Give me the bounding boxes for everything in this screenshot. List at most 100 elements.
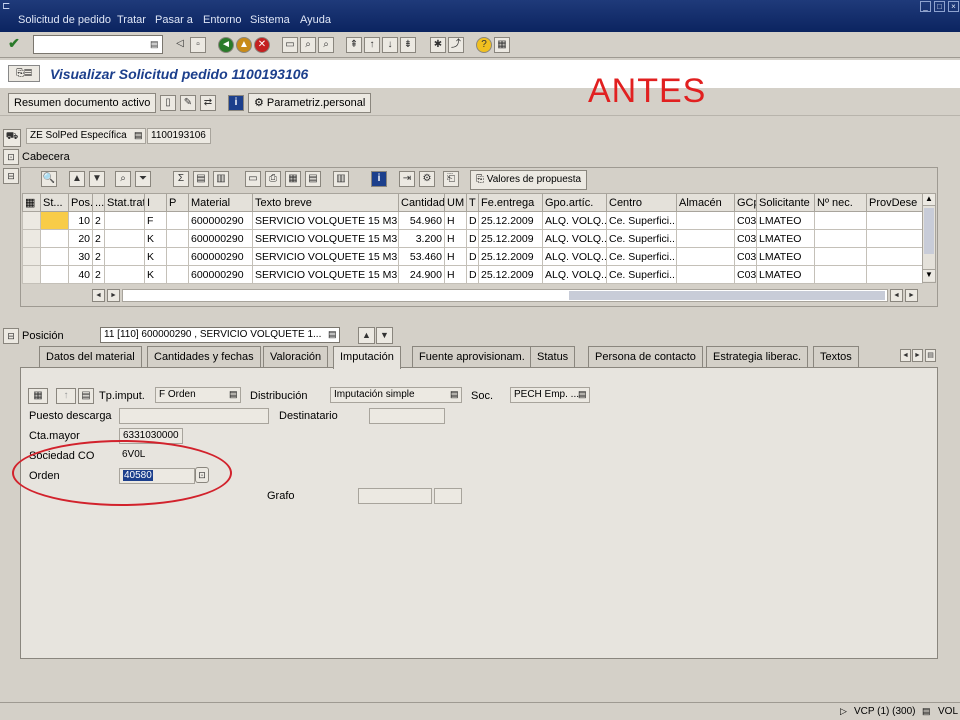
column-header[interactable]: Stat.trat. — [104, 193, 145, 212]
scroll-thumb[interactable] — [569, 291, 885, 300]
menu-ayuda[interactable]: Ayuda — [300, 14, 331, 26]
account-up-icon[interactable]: ↑ — [56, 388, 76, 404]
account-detail-icon[interactable]: ▤ — [78, 388, 94, 404]
filter-icon[interactable]: ⏷ — [135, 171, 151, 187]
scroll-left-icon[interactable]: ◄ — [890, 289, 903, 302]
grid-vertical-scrollbar[interactable]: ▲ ▼ — [922, 193, 936, 283]
details-icon[interactable]: 🔍 — [41, 171, 57, 187]
scroll-thumb[interactable] — [924, 208, 934, 254]
tab-scroll-left-icon[interactable]: ◄ — [900, 349, 911, 362]
previous-item-icon[interactable]: ▲ — [358, 327, 375, 344]
sort-descending-icon[interactable]: ▼ — [89, 171, 105, 187]
info-icon[interactable]: i — [371, 171, 387, 187]
layout-icon[interactable]: ▤ — [305, 171, 321, 187]
find-next-icon[interactable]: ⌕ — [318, 37, 334, 53]
column-header[interactable]: Gpo.artíc. — [542, 193, 607, 212]
tab-valoracion[interactable]: Valoración — [263, 346, 329, 367]
cancel-icon[interactable]: ✕ — [254, 37, 270, 53]
info-icon[interactable]: i — [228, 95, 244, 111]
first-page-icon[interactable]: ⇞ — [346, 37, 362, 53]
column-header[interactable]: ... — [92, 193, 105, 212]
column-header[interactable]: GCp — [734, 193, 757, 212]
layout-menu-icon[interactable]: ▦ — [494, 37, 510, 53]
row-selector[interactable] — [22, 211, 41, 230]
column-header[interactable]: Nº nec. — [814, 193, 867, 212]
column-header[interactable]: Pos... — [68, 193, 93, 212]
grid-horizontal-scrollbar[interactable]: ◄ ► ◄ ► — [92, 289, 937, 302]
export-icon[interactable]: ⎙ — [265, 171, 281, 187]
row-selector[interactable] — [22, 265, 41, 284]
exit-icon[interactable]: ▲ — [236, 37, 252, 53]
tab-status[interactable]: Status — [530, 346, 576, 367]
other-document-icon[interactable]: ⇄ — [200, 95, 216, 111]
table-row[interactable]: 40 2 K 600000290 SERVICIO VOLQUETE 15 M3 24.9… — [22, 265, 923, 284]
select-all-icon[interactable]: ▦ — [22, 193, 41, 212]
dropdown-icon[interactable]: ▤ — [150, 38, 160, 51]
summary-document-button[interactable]: Resumen documento activo — [8, 93, 157, 113]
tab-persona-de-contacto[interactable]: Persona de contacto — [588, 346, 703, 367]
tab-imputacion[interactable]: Imputación — [333, 346, 401, 369]
column-header[interactable]: Material — [188, 193, 253, 212]
find-icon[interactable]: ⌕ — [115, 171, 131, 187]
back-icon[interactable]: ◄ — [218, 37, 234, 53]
menu-solicitud-de-pedido[interactable]: Solicitud de pedido — [18, 14, 111, 26]
document-icon[interactable]: ⎘▤ — [8, 65, 40, 82]
dropdown-icon[interactable]: ▤ — [578, 389, 587, 400]
collapse-items-icon[interactable]: ⊟ — [3, 168, 19, 184]
enter-check-icon[interactable]: ✔ — [6, 36, 22, 52]
spreadsheet-icon[interactable]: ▦ — [285, 171, 301, 187]
status-expand-icon[interactable]: ▷ — [840, 706, 847, 717]
table-row[interactable]: 30 2 K 600000290 SERVICIO VOLQUETE 15 M3 53.4… — [22, 247, 923, 266]
tab-scroll-right-icon[interactable]: ► — [912, 349, 923, 362]
table-row[interactable]: 20 2 K 600000290 SERVICIO VOLQUETE 15 M3 3.20… — [22, 229, 923, 248]
scroll-left-icon[interactable]: ◄ — [92, 289, 105, 302]
scroll-right-icon[interactable]: ► — [905, 289, 918, 302]
column-header[interactable]: Texto breve — [252, 193, 399, 212]
column-header[interactable]: P — [166, 193, 189, 212]
column-header[interactable]: Solicitante — [756, 193, 815, 212]
row-selector[interactable] — [22, 229, 41, 248]
account-grid-icon[interactable]: ▦ — [28, 388, 48, 404]
find-icon[interactable]: ⌕ — [300, 37, 316, 53]
menu-entorno[interactable]: Entorno — [203, 14, 242, 26]
column-header[interactable]: St... — [40, 193, 69, 212]
dropdown-icon[interactable]: ▤ — [328, 329, 337, 340]
dropdown-icon[interactable]: ▤ — [134, 130, 143, 141]
columns-icon[interactable]: ▥ — [333, 171, 349, 187]
position-select[interactable]: 11 [110] 600000290 , SERVICIO VOLQUETE 1… — [100, 327, 340, 343]
column-header[interactable]: T — [466, 193, 479, 212]
subtotal-icon[interactable]: ▤ — [193, 171, 209, 187]
column-header[interactable]: Centro — [606, 193, 677, 212]
scroll-track[interactable] — [122, 289, 888, 302]
scroll-up-icon[interactable]: ▲ — [923, 194, 935, 206]
document-type-field[interactable]: ZE SolPed Específica — [26, 128, 146, 144]
minimize-icon[interactable]: _ — [920, 1, 931, 12]
maximize-icon[interactable]: □ — [934, 1, 945, 12]
column-header[interactable]: Fe.entrega — [478, 193, 543, 212]
table-row[interactable]: 10 2 F 600000290 SERVICIO VOLQUETE 15 M3 54.9… — [22, 211, 923, 230]
menu-tratar[interactable]: Tratar — [117, 14, 146, 26]
previous-page-icon[interactable]: ↑ — [364, 37, 380, 53]
menu-pasar-a[interactable]: Pasar a — [155, 14, 193, 26]
account-icon[interactable]: ⚙ — [419, 171, 435, 187]
menu-sistema[interactable]: Sistema — [250, 14, 290, 26]
print-icon[interactable]: ▭ — [282, 37, 298, 53]
next-item-icon[interactable]: ▼ — [376, 327, 393, 344]
column-header[interactable]: I — [144, 193, 167, 212]
new-document-icon[interactable]: ▯ — [160, 95, 176, 111]
last-page-icon[interactable]: ⇟ — [400, 37, 416, 53]
tab-datos-del-material[interactable]: Datos del material — [39, 346, 142, 367]
personal-settings-button[interactable]: ⚙ Parametriz.personal — [248, 93, 372, 113]
back-arrow-icon[interactable]: ◁ — [172, 37, 188, 53]
collapse-position-icon[interactable]: ⊟ — [3, 328, 19, 344]
help-icon[interactable]: ? — [476, 37, 492, 53]
tab-cantidades-y-fechas[interactable]: Cantidades y fechas — [147, 346, 261, 367]
tab-list-icon[interactable]: ▤ — [925, 349, 936, 362]
sum-icon[interactable]: Σ — [173, 171, 189, 187]
system-menu-icon[interactable]: ⊏ — [2, 1, 14, 13]
scroll-right-icon[interactable]: ► — [107, 289, 120, 302]
tab-textos[interactable]: Textos — [813, 346, 859, 367]
item-detail-icon[interactable]: ⇥ — [399, 171, 415, 187]
system-info-dropdown-icon[interactable]: ▤ — [922, 706, 931, 717]
expand-header-icon[interactable]: ⊡ — [3, 149, 19, 165]
